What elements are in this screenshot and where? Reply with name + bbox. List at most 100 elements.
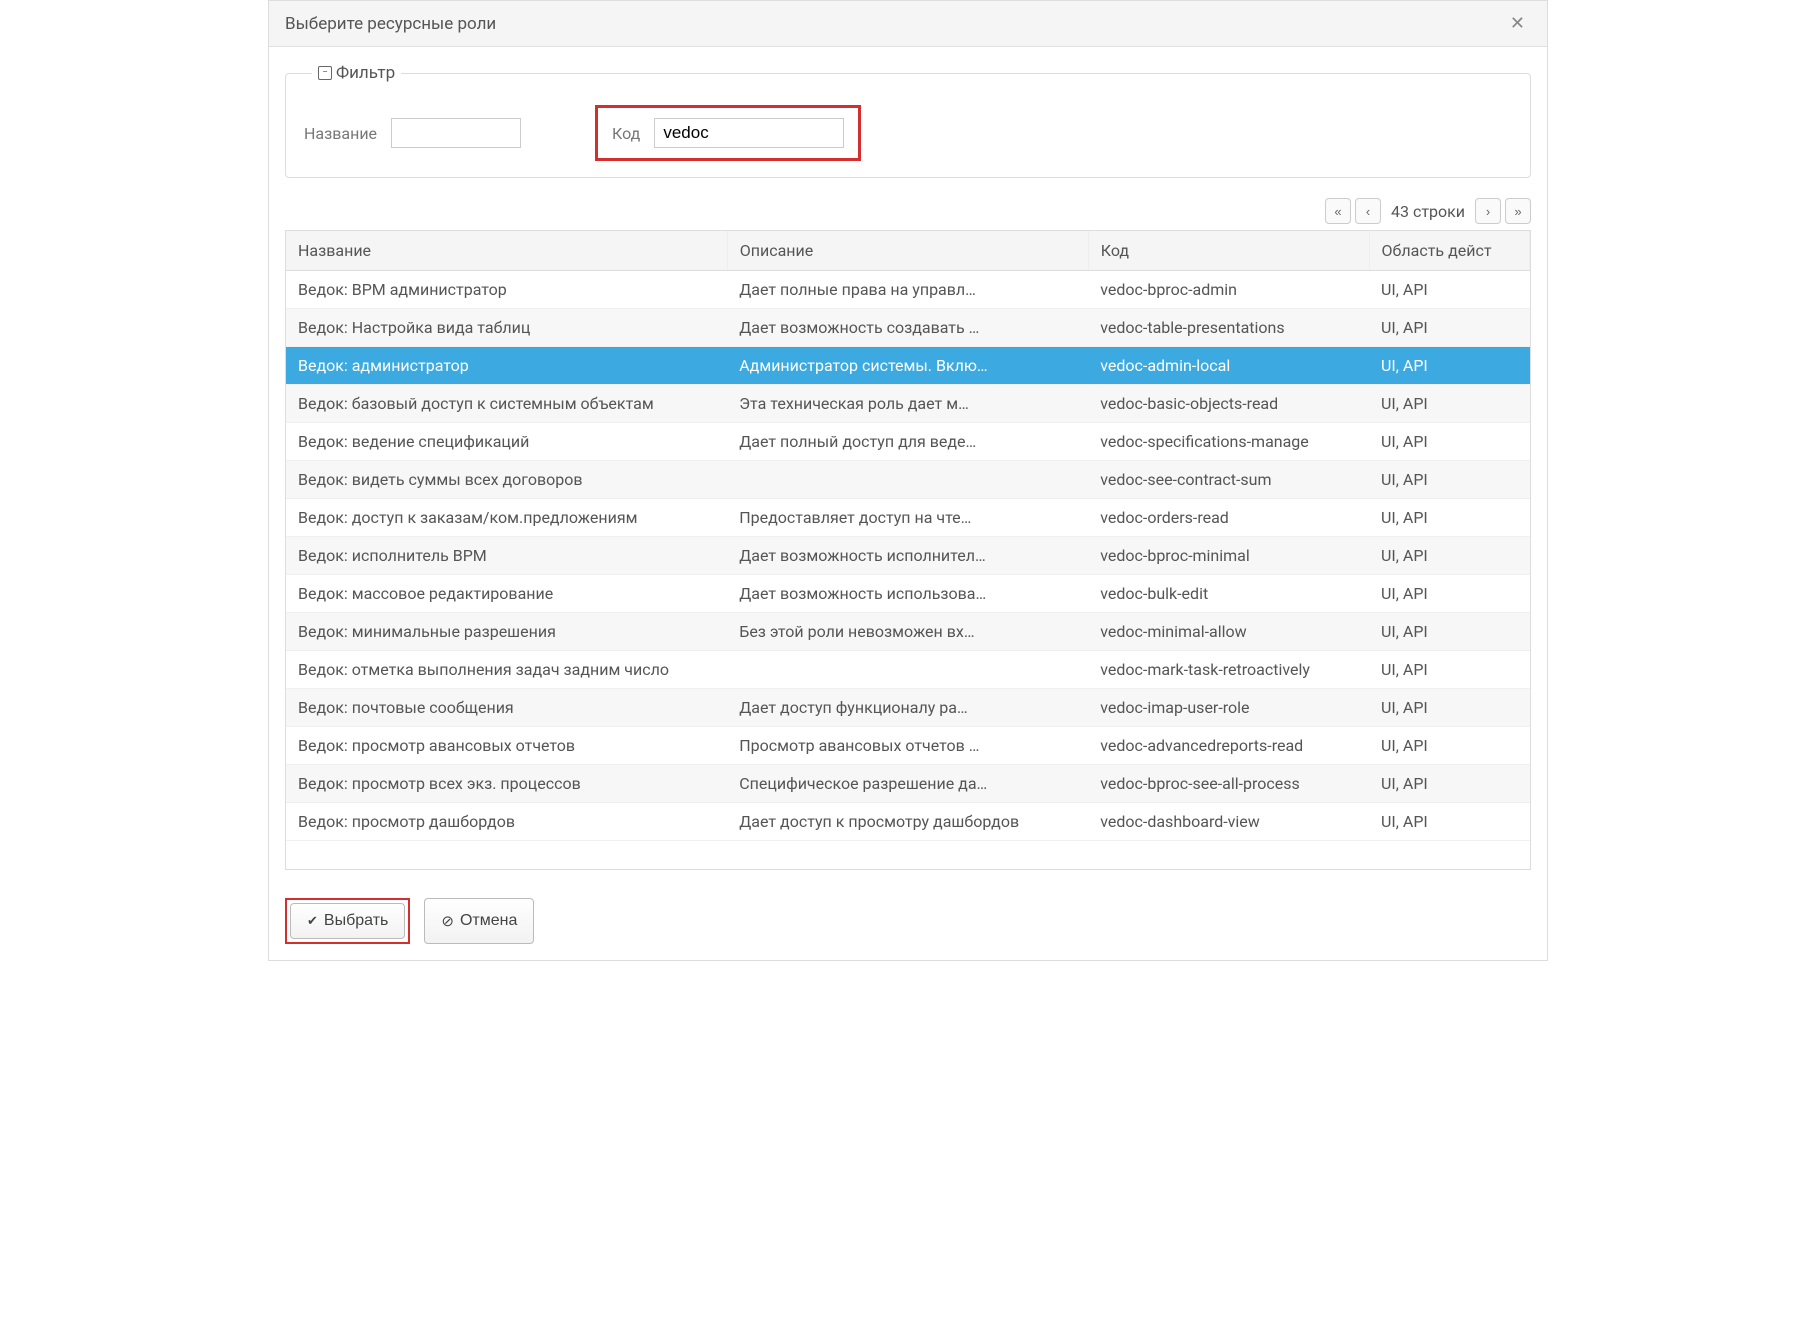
cell-desc: Дает возможность использова… — [727, 575, 1088, 613]
cell-name: Ведок: Настройка вида таблиц — [286, 309, 727, 347]
cell-code: vedoc-bproc-admin — [1088, 271, 1369, 309]
cell-desc: Специфическое разрешение да… — [727, 765, 1088, 803]
table-row[interactable]: Ведок: Настройка вида таблицДает возможн… — [286, 309, 1530, 347]
next-page-button[interactable]: › — [1475, 198, 1501, 224]
cell-name: Ведок: отметка выполнения задач задним ч… — [286, 651, 727, 689]
cell-code: vedoc-see-contract-sum — [1088, 461, 1369, 499]
cell-code: vedoc-orders-read — [1088, 499, 1369, 537]
table-wrapper[interactable]: Название Описание Код Область дейст Ведо… — [285, 230, 1531, 870]
cell-name: Ведок: доступ к заказам/ком.предложениям — [286, 499, 727, 537]
filter-legend[interactable]: − Фильтр — [312, 63, 401, 83]
cell-scope: UI, API — [1369, 651, 1529, 689]
cancel-icon — [441, 912, 454, 931]
cell-name: Ведок: просмотр дашбордов — [286, 803, 727, 841]
cell-scope: UI, API — [1369, 727, 1529, 765]
cell-scope: UI, API — [1369, 385, 1529, 423]
table-row[interactable]: Ведок: базовый доступ к системным объект… — [286, 385, 1530, 423]
cell-name: Ведок: видеть суммы всех договоров — [286, 461, 727, 499]
table-row[interactable]: Ведок: BPM администраторДает полные прав… — [286, 271, 1530, 309]
cell-scope: UI, API — [1369, 309, 1529, 347]
table-row[interactable]: Ведок: просмотр авансовых отчетовПросмот… — [286, 727, 1530, 765]
cell-code: vedoc-basic-objects-read — [1088, 385, 1369, 423]
cell-desc: Дает возможность исполнител… — [727, 537, 1088, 575]
header-scope[interactable]: Область дейст — [1369, 231, 1529, 271]
cell-scope: UI, API — [1369, 803, 1529, 841]
cell-code: vedoc-specifications-manage — [1088, 423, 1369, 461]
table-row[interactable]: Ведок: видеть суммы всех договоров vedoc-… — [286, 461, 1530, 499]
cell-code: vedoc-table-presentations — [1088, 309, 1369, 347]
header-code[interactable]: Код — [1088, 231, 1369, 271]
cell-code: vedoc-admin-local — [1088, 347, 1369, 385]
select-button-label: Выбрать — [324, 912, 388, 930]
cell-desc: Дает полный доступ для веде… — [727, 423, 1088, 461]
cell-desc: Дает доступ функционалу ра… — [727, 689, 1088, 727]
cell-code: vedoc-dashboard-view — [1088, 803, 1369, 841]
table-row[interactable]: Ведок: массовое редактированиеДает возмо… — [286, 575, 1530, 613]
collapse-icon: − — [318, 66, 332, 80]
chevron-right-icon: › — [1486, 204, 1490, 219]
table-row[interactable]: Ведок: отметка выполнения задач задним ч… — [286, 651, 1530, 689]
last-page-button[interactable]: » — [1505, 198, 1531, 224]
dialog-title: Выберите ресурсные роли — [285, 14, 496, 34]
table-row[interactable]: Ведок: исполнитель BPMДает возможность и… — [286, 537, 1530, 575]
cell-scope: UI, API — [1369, 765, 1529, 803]
cell-code: vedoc-mark-task-retroactively — [1088, 651, 1369, 689]
table-row[interactable]: Ведок: ведение спецификацийДает полный д… — [286, 423, 1530, 461]
double-chevron-right-icon: » — [1514, 204, 1521, 219]
cell-scope: UI, API — [1369, 575, 1529, 613]
table-row[interactable]: Ведок: просмотр всех экз. процессовСпеци… — [286, 765, 1530, 803]
cancel-button[interactable]: Отмена — [424, 898, 534, 944]
roles-table: Название Описание Код Область дейст Ведо… — [286, 231, 1530, 841]
name-input[interactable] — [391, 118, 521, 148]
chevron-left-icon: ‹ — [1366, 204, 1370, 219]
code-filter-group: Код — [595, 105, 861, 161]
cell-desc: Предоставляет доступ на чте… — [727, 499, 1088, 537]
cell-code: vedoc-bproc-minimal — [1088, 537, 1369, 575]
cell-code: vedoc-imap-user-role — [1088, 689, 1369, 727]
cell-name: Ведок: ведение спецификаций — [286, 423, 727, 461]
code-input[interactable] — [654, 118, 844, 148]
header-desc[interactable]: Описание — [727, 231, 1088, 271]
cell-scope: UI, API — [1369, 689, 1529, 727]
code-label: Код — [612, 124, 640, 143]
cell-desc: Без этой роли невозможен вх… — [727, 613, 1088, 651]
filter-fieldset: − Фильтр Название Код — [285, 63, 1531, 178]
first-page-button[interactable]: « — [1325, 198, 1351, 224]
cell-code: vedoc-bproc-see-all-process — [1088, 765, 1369, 803]
header-name[interactable]: Название — [286, 231, 727, 271]
dialog-footer: Выбрать Отмена — [269, 886, 1547, 960]
cell-name: Ведок: исполнитель BPM — [286, 537, 727, 575]
cell-desc: Дает возможность создавать … — [727, 309, 1088, 347]
prev-page-button[interactable]: ‹ — [1355, 198, 1381, 224]
cell-name: Ведок: почтовые сообщения — [286, 689, 727, 727]
cancel-button-label: Отмена — [460, 912, 517, 930]
cell-name: Ведок: администратор — [286, 347, 727, 385]
cell-code: vedoc-advancedreports-read — [1088, 727, 1369, 765]
close-icon: ✕ — [1510, 13, 1525, 33]
double-chevron-left-icon: « — [1334, 204, 1341, 219]
dialog-body: − Фильтр Название Код « ‹ 43 строки › — [269, 47, 1547, 886]
table-row[interactable]: Ведок: доступ к заказам/ком.предложениям… — [286, 499, 1530, 537]
table-row[interactable]: Ведок: минимальные разрешенияБез этой ро… — [286, 613, 1530, 651]
close-button[interactable]: ✕ — [1504, 11, 1531, 36]
cell-scope: UI, API — [1369, 499, 1529, 537]
cell-name: Ведок: просмотр авансовых отчетов — [286, 727, 727, 765]
cell-desc: Эта техническая роль дает м… — [727, 385, 1088, 423]
select-button[interactable]: Выбрать — [290, 903, 405, 939]
table-row[interactable]: Ведок: почтовые сообщенияДает доступ фун… — [286, 689, 1530, 727]
cell-desc: Дает полные права на управл… — [727, 271, 1088, 309]
resource-roles-dialog: Выберите ресурсные роли ✕ − Фильтр Назва… — [268, 0, 1548, 961]
cell-desc — [727, 461, 1088, 499]
cell-desc: Просмотр авансовых отчетов … — [727, 727, 1088, 765]
cell-name: Ведок: BPM администратор — [286, 271, 727, 309]
cell-desc: Администратор системы. Вклю… — [727, 347, 1088, 385]
cell-name: Ведок: массовое редактирование — [286, 575, 727, 613]
page-info: 43 строки — [1385, 202, 1471, 221]
cell-scope: UI, API — [1369, 537, 1529, 575]
table-row[interactable]: Ведок: администраторАдминистратор систем… — [286, 347, 1530, 385]
filter-legend-text: Фильтр — [336, 63, 395, 83]
cell-desc — [727, 651, 1088, 689]
table-row[interactable]: Ведок: просмотр дашбордовДает доступ к п… — [286, 803, 1530, 841]
filter-row: Название Код — [304, 105, 1512, 161]
cell-name: Ведок: просмотр всех экз. процессов — [286, 765, 727, 803]
